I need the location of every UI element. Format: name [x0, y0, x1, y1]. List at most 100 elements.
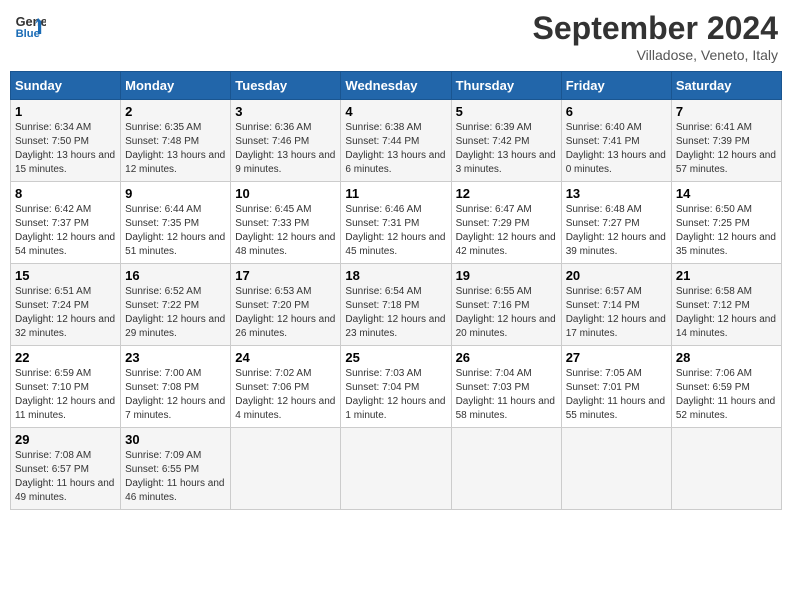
day-info: Sunrise: 6:48 AMSunset: 7:27 PMDaylight:… [566, 203, 667, 259]
calendar-cell [451, 428, 561, 510]
svg-text:Blue: Blue [16, 28, 40, 40]
day-number: 7 [676, 104, 777, 119]
day-info: Sunrise: 6:42 AMSunset: 7:37 PMDaylight:… [15, 203, 116, 259]
col-header-wednesday: Wednesday [341, 72, 451, 100]
calendar-cell: 17Sunrise: 6:53 AMSunset: 7:20 PMDayligh… [231, 264, 341, 346]
day-number: 29 [15, 432, 116, 447]
day-number: 11 [345, 186, 446, 201]
calendar-cell: 9 Sunrise: 6:44 AMSunset: 7:35 PMDaylight… [121, 182, 231, 264]
day-info: Sunrise: 7:02 AMSunset: 7:06 PMDaylight:… [235, 367, 336, 423]
day-number: 26 [456, 350, 557, 365]
day-info: Sunrise: 6:39 AMSunset: 7:42 PMDaylight:… [456, 121, 557, 177]
day-number: 3 [235, 104, 336, 119]
week-row-3: 15 Sunrise: 6:51 AMSunset: 7:24 PMDayligh… [11, 264, 782, 346]
week-row-4: 22Sunrise: 6:59 AMSunset: 7:10 PMDayligh… [11, 346, 782, 428]
week-row-1: 1 Sunrise: 6:34 AMSunset: 7:50 PMDaylight… [11, 100, 782, 182]
day-info: Sunrise: 6:40 AMSunset: 7:41 PMDaylight:… [566, 121, 667, 177]
day-number: 14 [676, 186, 777, 201]
logo-icon: General Blue [14, 10, 46, 42]
day-number: 30 [125, 432, 226, 447]
calendar-cell: 7 Sunrise: 6:41 AMSunset: 7:39 PMDaylight… [671, 100, 781, 182]
calendar-cell: 26 Sunrise: 7:04 AMSunset: 7:03 PMDayligh… [451, 346, 561, 428]
calendar-cell: 20 Sunrise: 6:57 AMSunset: 7:14 PMDayligh… [561, 264, 671, 346]
week-row-2: 8 Sunrise: 6:42 AMSunset: 7:37 PMDaylight… [11, 182, 782, 264]
calendar-cell: 23 Sunrise: 7:00 AMSunset: 7:08 PMDayligh… [121, 346, 231, 428]
day-info: Sunrise: 6:54 AMSunset: 7:18 PMDaylight:… [345, 285, 446, 341]
col-header-friday: Friday [561, 72, 671, 100]
calendar-cell [671, 428, 781, 510]
calendar-cell: 25Sunrise: 7:03 AMSunset: 7:04 PMDayligh… [341, 346, 451, 428]
calendar-cell: 28 Sunrise: 7:06 AMSunset: 6:59 PMDayligh… [671, 346, 781, 428]
day-info: Sunrise: 6:51 AMSunset: 7:24 PMDaylight:… [15, 285, 116, 341]
day-number: 24 [235, 350, 336, 365]
day-number: 28 [676, 350, 777, 365]
day-number: 25 [345, 350, 446, 365]
day-number: 17 [235, 268, 336, 283]
day-info: Sunrise: 7:05 AMSunset: 7:01 PMDaylight:… [566, 367, 667, 423]
day-info: Sunrise: 6:59 AMSunset: 7:10 PMDaylight:… [15, 367, 116, 423]
day-info: Sunrise: 6:50 AMSunset: 7:25 PMDaylight:… [676, 203, 777, 259]
calendar-cell: 30 Sunrise: 7:09 AMSunset: 6:55 PMDayligh… [121, 428, 231, 510]
calendar-cell: 24 Sunrise: 7:02 AMSunset: 7:06 PMDayligh… [231, 346, 341, 428]
day-info: Sunrise: 7:04 AMSunset: 7:03 PMDaylight:… [456, 367, 557, 423]
calendar-cell: 5Sunrise: 6:39 AMSunset: 7:42 PMDaylight… [451, 100, 561, 182]
day-info: Sunrise: 6:57 AMSunset: 7:14 PMDaylight:… [566, 285, 667, 341]
calendar-cell: 21Sunrise: 6:58 AMSunset: 7:12 PMDayligh… [671, 264, 781, 346]
day-number: 6 [566, 104, 667, 119]
day-info: Sunrise: 6:55 AMSunset: 7:16 PMDaylight:… [456, 285, 557, 341]
calendar-cell: 18Sunrise: 6:54 AMSunset: 7:18 PMDayligh… [341, 264, 451, 346]
month-title: September 2024 [533, 10, 778, 47]
calendar-cell: 10Sunrise: 6:45 AMSunset: 7:33 PMDayligh… [231, 182, 341, 264]
svg-text:General: General [16, 14, 46, 29]
day-number: 10 [235, 186, 336, 201]
day-number: 12 [456, 186, 557, 201]
day-info: Sunrise: 6:36 AMSunset: 7:46 PMDaylight:… [235, 121, 336, 177]
day-number: 20 [566, 268, 667, 283]
day-info: Sunrise: 7:09 AMSunset: 6:55 PMDaylight:… [125, 449, 226, 505]
col-header-tuesday: Tuesday [231, 72, 341, 100]
col-header-monday: Monday [121, 72, 231, 100]
calendar-cell: 16 Sunrise: 6:52 AMSunset: 7:22 PMDayligh… [121, 264, 231, 346]
day-info: Sunrise: 6:41 AMSunset: 7:39 PMDaylight:… [676, 121, 777, 177]
day-info: Sunrise: 7:06 AMSunset: 6:59 PMDaylight:… [676, 367, 777, 423]
day-number: 16 [125, 268, 226, 283]
col-header-saturday: Saturday [671, 72, 781, 100]
calendar-cell: 11 Sunrise: 6:46 AMSunset: 7:31 PMDayligh… [341, 182, 451, 264]
day-info: Sunrise: 6:35 AMSunset: 7:48 PMDaylight:… [125, 121, 226, 177]
calendar-cell: 15 Sunrise: 6:51 AMSunset: 7:24 PMDayligh… [11, 264, 121, 346]
calendar-cell: 4Sunrise: 6:38 AMSunset: 7:44 PMDaylight… [341, 100, 451, 182]
calendar-cell: 29Sunrise: 7:08 AMSunset: 6:57 PMDayligh… [11, 428, 121, 510]
calendar-cell: 2 Sunrise: 6:35 AMSunset: 7:48 PMDaylight… [121, 100, 231, 182]
day-number: 1 [15, 104, 116, 119]
day-number: 23 [125, 350, 226, 365]
day-info: Sunrise: 6:52 AMSunset: 7:22 PMDaylight:… [125, 285, 226, 341]
day-info: Sunrise: 6:34 AMSunset: 7:50 PMDaylight:… [15, 121, 116, 177]
calendar-cell: 13Sunrise: 6:48 AMSunset: 7:27 PMDayligh… [561, 182, 671, 264]
calendar-cell: 1 Sunrise: 6:34 AMSunset: 7:50 PMDaylight… [11, 100, 121, 182]
calendar-cell: 6 Sunrise: 6:40 AMSunset: 7:41 PMDaylight… [561, 100, 671, 182]
day-number: 27 [566, 350, 667, 365]
location: Villadose, Veneto, Italy [533, 47, 778, 63]
calendar-cell: 3 Sunrise: 6:36 AMSunset: 7:46 PMDaylight… [231, 100, 341, 182]
day-number: 8 [15, 186, 116, 201]
day-number: 4 [345, 104, 446, 119]
title-area: September 2024 Villadose, Veneto, Italy [533, 10, 778, 63]
day-number: 9 [125, 186, 226, 201]
page-header: General Blue September 2024 Villadose, V… [10, 10, 782, 63]
day-info: Sunrise: 7:00 AMSunset: 7:08 PMDaylight:… [125, 367, 226, 423]
day-info: Sunrise: 6:47 AMSunset: 7:29 PMDaylight:… [456, 203, 557, 259]
day-number: 15 [15, 268, 116, 283]
calendar-cell [561, 428, 671, 510]
day-info: Sunrise: 6:44 AMSunset: 7:35 PMDaylight:… [125, 203, 226, 259]
calendar-cell [231, 428, 341, 510]
col-header-sunday: Sunday [11, 72, 121, 100]
day-number: 21 [676, 268, 777, 283]
day-number: 2 [125, 104, 226, 119]
week-row-5: 29Sunrise: 7:08 AMSunset: 6:57 PMDayligh… [11, 428, 782, 510]
day-number: 19 [456, 268, 557, 283]
calendar-cell: 19 Sunrise: 6:55 AMSunset: 7:16 PMDayligh… [451, 264, 561, 346]
day-info: Sunrise: 6:46 AMSunset: 7:31 PMDaylight:… [345, 203, 446, 259]
calendar-header: SundayMondayTuesdayWednesdayThursdayFrid… [11, 72, 782, 100]
logo: General Blue [14, 10, 46, 42]
col-header-thursday: Thursday [451, 72, 561, 100]
